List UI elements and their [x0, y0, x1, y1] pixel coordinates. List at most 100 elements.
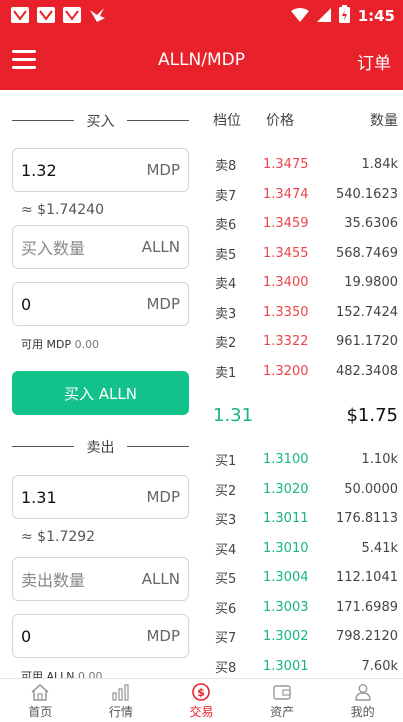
ask-row[interactable]: 卖8 1.3475 1.84k [205, 150, 398, 180]
nav-assets[interactable]: 资产 [242, 679, 323, 722]
bid-qty: 112.1041 [335, 570, 398, 586]
bid-level: 买1 [215, 454, 237, 470]
app-header: ALLN/MDP 订单 [0, 32, 403, 90]
sell-total-input[interactable]: 0 MDP [12, 614, 189, 658]
nav-market[interactable]: 行情 [81, 679, 162, 722]
app-notification-icon [62, 6, 82, 24]
bid-row[interactable]: 买5 1.3004 112.1041 [205, 563, 398, 593]
bid-qty: 171.6989 [335, 599, 398, 615]
bid-row[interactable]: 买6 1.3003 171.6989 [205, 593, 398, 623]
buy-price-value[interactable]: 1.32 [21, 161, 146, 180]
clock: 1:45 [357, 7, 395, 25]
ask-price: 1.3350 [263, 304, 309, 320]
price-header: 价格 [266, 113, 294, 129]
nav-trade[interactable]: $ 交易 [161, 679, 242, 722]
bid-row[interactable]: 买4 1.3010 5.41k [205, 534, 398, 564]
ask-qty: 152.7424 [335, 304, 398, 320]
home-icon [31, 684, 49, 701]
ask-row[interactable]: 卖3 1.3350 152.7424 [205, 298, 398, 328]
bid-row[interactable]: 买2 1.3020 50.0000 [205, 475, 398, 505]
buy-total-unit: MDP [146, 295, 180, 313]
bid-qty: 50.0000 [344, 481, 398, 497]
sell-total-value[interactable]: 0 [21, 627, 146, 646]
buy-button[interactable]: 买入 ALLN [12, 371, 189, 415]
nav-profile[interactable]: 我的 [322, 679, 403, 722]
buy-amount-input[interactable]: 买入数量 ALLN [12, 225, 189, 269]
ask-price: 1.3459 [263, 216, 309, 232]
orders-link[interactable]: 订单 [357, 49, 391, 74]
ask-row[interactable]: 卖6 1.3459 35.6306 [205, 209, 398, 239]
trade-form: 买入 1.32 MDP ≈ $1.74240 买入数量 ALLN 0 MDP 可… [12, 90, 189, 684]
bid-level: 买6 [215, 601, 237, 617]
ask-price: 1.3475 [263, 157, 309, 173]
sell-approx-usd: ≈ $1.7292 [21, 529, 96, 545]
status-bar: 1:45 [0, 0, 403, 32]
nav-assets-label: 资产 [270, 705, 295, 719]
bid-price: 1.3001 [263, 658, 309, 674]
bottom-nav: 首页 行情 $ 交易 资产 我的 [0, 678, 403, 722]
ask-qty: 19.9800 [344, 275, 398, 291]
battery-charging-icon [338, 5, 350, 27]
buy-approx-usd: ≈ $1.74240 [21, 202, 104, 218]
ask-list: 卖8 1.3475 1.84k 卖7 1.3474 540.1623 卖6 1.3459 3… [205, 150, 398, 386]
wallet-icon [273, 685, 291, 700]
bid-level: 买4 [215, 542, 237, 558]
bid-qty: 176.8113 [335, 511, 398, 527]
dollar-coin-icon: $ [192, 683, 211, 701]
last-price: 1.31 [213, 405, 254, 426]
ask-row[interactable]: 卖7 1.3474 540.1623 [205, 180, 398, 210]
quantity-header: 数量 [370, 113, 398, 129]
svg-text:$: $ [198, 686, 206, 699]
bid-qty: 5.41k [361, 540, 398, 556]
ask-row[interactable]: 卖4 1.3400 19.9800 [205, 268, 398, 298]
bid-level: 买7 [215, 631, 237, 647]
notification-icons [10, 6, 108, 24]
pair-title[interactable]: ALLN/MDP [0, 50, 403, 70]
buy-total-input[interactable]: 0 MDP [12, 282, 189, 326]
bid-qty: 7.60k [361, 658, 398, 674]
bid-row[interactable]: 买3 1.3011 176.8113 [205, 504, 398, 534]
buy-amount-placeholder[interactable]: 买入数量 [21, 235, 142, 259]
ask-row[interactable]: 卖2 1.3322 961.1720 [205, 327, 398, 357]
wifi-icon [290, 7, 309, 26]
sell-price-unit: MDP [146, 488, 180, 506]
bar-chart-icon [112, 684, 129, 701]
cell-signal-icon [316, 7, 331, 26]
bid-price: 1.3020 [263, 481, 309, 497]
ask-qty: 540.1623 [335, 186, 398, 202]
ask-level: 卖8 [215, 159, 237, 175]
order-book-header: 档位 价格 数量 [205, 90, 398, 150]
sell-amount-input[interactable]: 卖出数量 ALLN [12, 557, 189, 601]
buy-available: 可用 MDP 0.00 [21, 336, 189, 352]
bid-row[interactable]: 买1 1.3100 1.10k [205, 445, 398, 475]
ask-level: 卖3 [215, 306, 237, 322]
bird-logo-icon [88, 6, 108, 24]
bid-qty: 798.2120 [335, 629, 398, 645]
ask-qty: 35.6306 [344, 216, 398, 232]
order-book: 档位 价格 数量 卖8 1.3475 1.84k 卖7 1.3474 540.1623 … [205, 90, 398, 681]
bid-row[interactable]: 买8 1.3001 7.60k [205, 652, 398, 682]
nav-trade-label: 交易 [189, 705, 214, 719]
nav-profile-label: 我的 [350, 705, 375, 719]
ask-qty: 961.1720 [335, 334, 398, 350]
sell-amount-placeholder[interactable]: 卖出数量 [21, 567, 142, 591]
bid-qty: 1.10k [361, 452, 398, 468]
ask-row[interactable]: 卖5 1.3455 568.7469 [205, 239, 398, 269]
bid-row[interactable]: 买7 1.3002 798.2120 [205, 622, 398, 652]
nav-home[interactable]: 首页 [0, 679, 81, 722]
buy-available-label: 可用 MDP [21, 338, 72, 351]
sell-price-value[interactable]: 1.31 [21, 488, 146, 507]
sell-section-title: 卖出 [12, 437, 189, 457]
sell-total-unit: MDP [146, 627, 180, 645]
bid-list: 买1 1.3100 1.10k 买2 1.3020 50.0000 买3 1.3011 17… [205, 445, 398, 681]
ask-row[interactable]: 卖1 1.3200 482.3408 [205, 357, 398, 387]
status-right: 1:45 [290, 5, 395, 27]
buy-price-input[interactable]: 1.32 MDP [12, 148, 189, 192]
buy-total-value[interactable]: 0 [21, 295, 146, 314]
sell-price-input[interactable]: 1.31 MDP [12, 475, 189, 519]
ask-qty: 568.7469 [335, 245, 398, 261]
ask-price: 1.3474 [263, 186, 309, 202]
bid-price: 1.3002 [263, 629, 309, 645]
level-header: 档位 [213, 113, 241, 129]
bid-price: 1.3004 [263, 570, 309, 586]
